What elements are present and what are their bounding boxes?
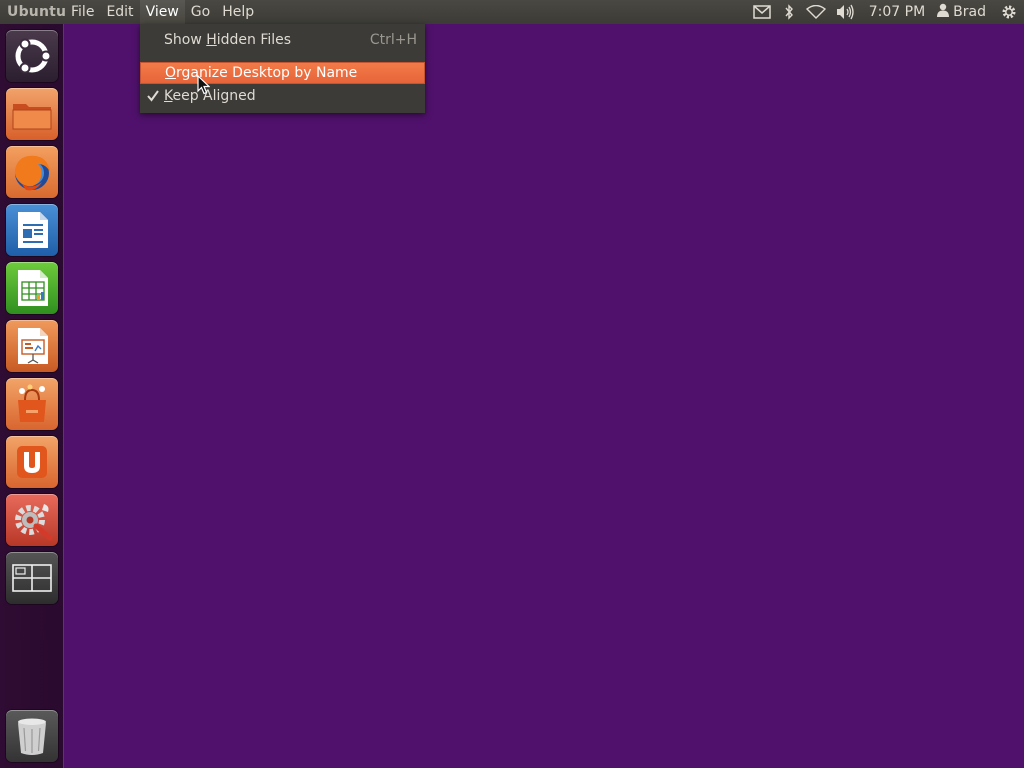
menu-go[interactable]: Go [185, 0, 216, 24]
trash-icon[interactable] [6, 710, 58, 762]
firefox-icon[interactable] [6, 146, 58, 198]
clock[interactable]: 7:07 PM [861, 4, 933, 20]
desktop[interactable] [64, 24, 1024, 768]
menu-help[interactable]: Help [216, 0, 260, 24]
bluetooth-icon[interactable] [777, 0, 801, 24]
menu-view[interactable]: View [139, 0, 185, 24]
software-center-icon[interactable] [6, 378, 58, 430]
view-menu-dropdown: Show Hidden Files Ctrl+H Organize Deskto… [140, 24, 425, 113]
home-folder-icon[interactable] [6, 88, 58, 140]
app-title: Ubuntu [7, 4, 67, 20]
menu-item-show-hidden-files[interactable]: Show Hidden Files Ctrl+H [140, 29, 425, 51]
menu-item-label: Show Hidden Files [164, 32, 292, 48]
indicator-area: 7:07 PM Brad [747, 0, 1024, 24]
user-name: Brad [953, 4, 986, 20]
gear-icon[interactable] [994, 0, 1024, 24]
checkmark-icon [147, 85, 159, 114]
libreoffice-writer-icon[interactable] [6, 204, 58, 256]
ubuntu-one-icon[interactable] [6, 436, 58, 488]
libreoffice-calc-icon[interactable] [6, 262, 58, 314]
menu-file[interactable]: File [65, 0, 100, 24]
menu-edit[interactable]: Edit [100, 0, 139, 24]
mouse-cursor-icon [197, 74, 211, 99]
user-menu[interactable]: Brad [933, 3, 994, 21]
shortcut-label: Ctrl+H [369, 32, 417, 48]
libreoffice-impress-icon[interactable] [6, 320, 58, 372]
mail-icon[interactable] [747, 0, 777, 24]
launcher [0, 24, 64, 768]
top-panel: Ubuntu File Edit View Go Help 7:07 PM Br… [0, 0, 1024, 24]
workspace-switcher-icon[interactable] [6, 552, 58, 604]
dash-home-icon[interactable] [6, 30, 58, 82]
menubar: File Edit View Go Help [65, 0, 260, 24]
menu-item-label: Organize Desktop by Name [165, 65, 358, 81]
menu-item-organize-desktop-by-name[interactable]: Organize Desktop by Name [140, 62, 425, 84]
user-icon [937, 3, 950, 21]
wifi-icon[interactable] [801, 0, 831, 24]
menu-item-keep-aligned[interactable]: Keep Aligned [140, 85, 425, 107]
volume-icon[interactable] [831, 0, 861, 24]
system-settings-icon[interactable] [6, 494, 58, 546]
